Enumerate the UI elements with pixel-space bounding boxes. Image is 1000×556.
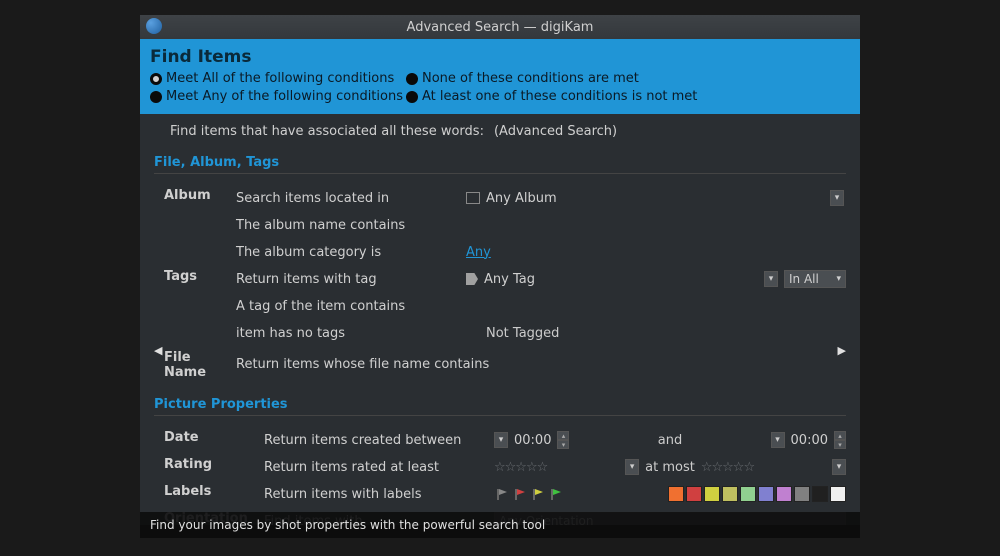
radio-dot-icon	[150, 73, 162, 85]
desc-no-tags: item has no tags	[236, 326, 466, 341]
color-swatch[interactable]	[830, 486, 846, 502]
tag-icon	[466, 273, 478, 285]
label-filename: File Name	[164, 348, 236, 380]
and-label: and	[658, 433, 682, 448]
time-from-spinner[interactable]: ▴▾	[557, 431, 569, 449]
album-selector[interactable]: Any Album ▾	[466, 190, 846, 206]
color-swatch[interactable]	[740, 486, 756, 502]
titlebar[interactable]: Advanced Search — digiKam	[140, 15, 860, 39]
color-label-swatches	[668, 486, 846, 502]
flag-icon[interactable]	[494, 486, 510, 502]
advanced-search-window: Advanced Search — digiKam Find Items Mee…	[140, 15, 860, 525]
color-swatch[interactable]	[668, 486, 684, 502]
intro-text: Find items that have associated all thes…	[170, 124, 484, 139]
radio-none-met[interactable]: None of these conditions are met	[406, 71, 716, 86]
flag-icon[interactable]	[512, 486, 528, 502]
rating-max-stars[interactable]: ☆☆☆☆☆	[701, 460, 754, 475]
desc-date: Return items created between	[264, 433, 494, 448]
radio-atleast-not[interactable]: At least one of these conditions is not …	[406, 89, 716, 104]
desc-album-name: The album name contains	[236, 218, 466, 233]
color-swatch[interactable]	[686, 486, 702, 502]
color-swatch[interactable]	[722, 486, 738, 502]
prev-arrow-icon[interactable]: ◀	[154, 344, 162, 357]
chevron-down-icon: ▾	[830, 190, 844, 206]
time-from[interactable]: 00:00	[514, 433, 551, 448]
chevron-down-icon[interactable]: ▾	[764, 271, 778, 287]
chevron-down-icon[interactable]: ▾	[832, 459, 846, 475]
chevron-down-icon: ▾	[836, 274, 841, 284]
desc-album-located: Search items located in	[236, 191, 466, 206]
color-swatch[interactable]	[776, 486, 792, 502]
time-to[interactable]: 00:00	[791, 433, 828, 448]
tag-scope-select[interactable]: In All ▾	[784, 270, 846, 288]
flag-icon[interactable]	[548, 486, 564, 502]
app-icon	[146, 18, 162, 34]
not-tagged-checkbox[interactable]: Not Tagged	[486, 326, 559, 341]
color-swatch[interactable]	[758, 486, 774, 502]
date-from-picker[interactable]: ▾	[494, 432, 508, 448]
color-swatch[interactable]	[704, 486, 720, 502]
section-file-album-tags: File, Album, Tags	[154, 155, 846, 174]
label-date: Date	[164, 428, 264, 445]
category-any-link[interactable]: Any	[466, 245, 491, 260]
window-title: Advanced Search — digiKam	[407, 20, 594, 35]
radio-meet-all[interactable]: Meet All of the following conditions	[150, 71, 406, 86]
desc-tags-with: Return items with tag	[236, 272, 466, 287]
find-header: Find Items Meet All of the following con…	[140, 39, 860, 114]
label-rating: Rating	[164, 455, 264, 472]
label-tags: Tags	[164, 267, 236, 284]
radio-meet-any[interactable]: Meet Any of the following conditions	[150, 89, 406, 104]
content-area: Find items that have associated all thes…	[140, 114, 860, 525]
intro-placeholder[interactable]: (Advanced Search)	[494, 124, 617, 139]
desc-labels: Return items with labels	[264, 487, 494, 502]
color-swatch[interactable]	[794, 486, 810, 502]
radio-dot-icon	[150, 91, 162, 103]
desc-tag-contains: A tag of the item contains	[236, 299, 466, 314]
time-to-spinner[interactable]: ▴▾	[834, 431, 846, 449]
pick-label-flags	[494, 486, 564, 502]
desc-album-category: The album category is	[236, 245, 466, 260]
label-album: Album	[164, 186, 236, 203]
color-swatch[interactable]	[812, 486, 828, 502]
desc-rating: Return items rated at least	[264, 460, 494, 475]
label-labels: Labels	[164, 482, 264, 499]
rating-min-stars[interactable]: ☆☆☆☆☆	[494, 460, 547, 475]
desc-filename: Return items whose file name contains	[236, 357, 846, 372]
find-heading: Find Items	[150, 47, 850, 67]
status-tooltip: Find your images by shot properties with…	[140, 512, 860, 538]
date-to-picker[interactable]: ▾	[771, 432, 785, 448]
chevron-down-icon[interactable]: ▾	[625, 459, 639, 475]
at-most-label: at most	[645, 460, 695, 475]
image-icon	[466, 192, 480, 204]
next-arrow-icon[interactable]: ▶	[838, 344, 846, 357]
section-picture-properties: Picture Properties	[154, 397, 846, 416]
radio-dot-icon	[406, 73, 418, 85]
tag-selector[interactable]: Any Tag	[466, 272, 537, 287]
radio-dot-icon	[406, 91, 418, 103]
flag-icon[interactable]	[530, 486, 546, 502]
